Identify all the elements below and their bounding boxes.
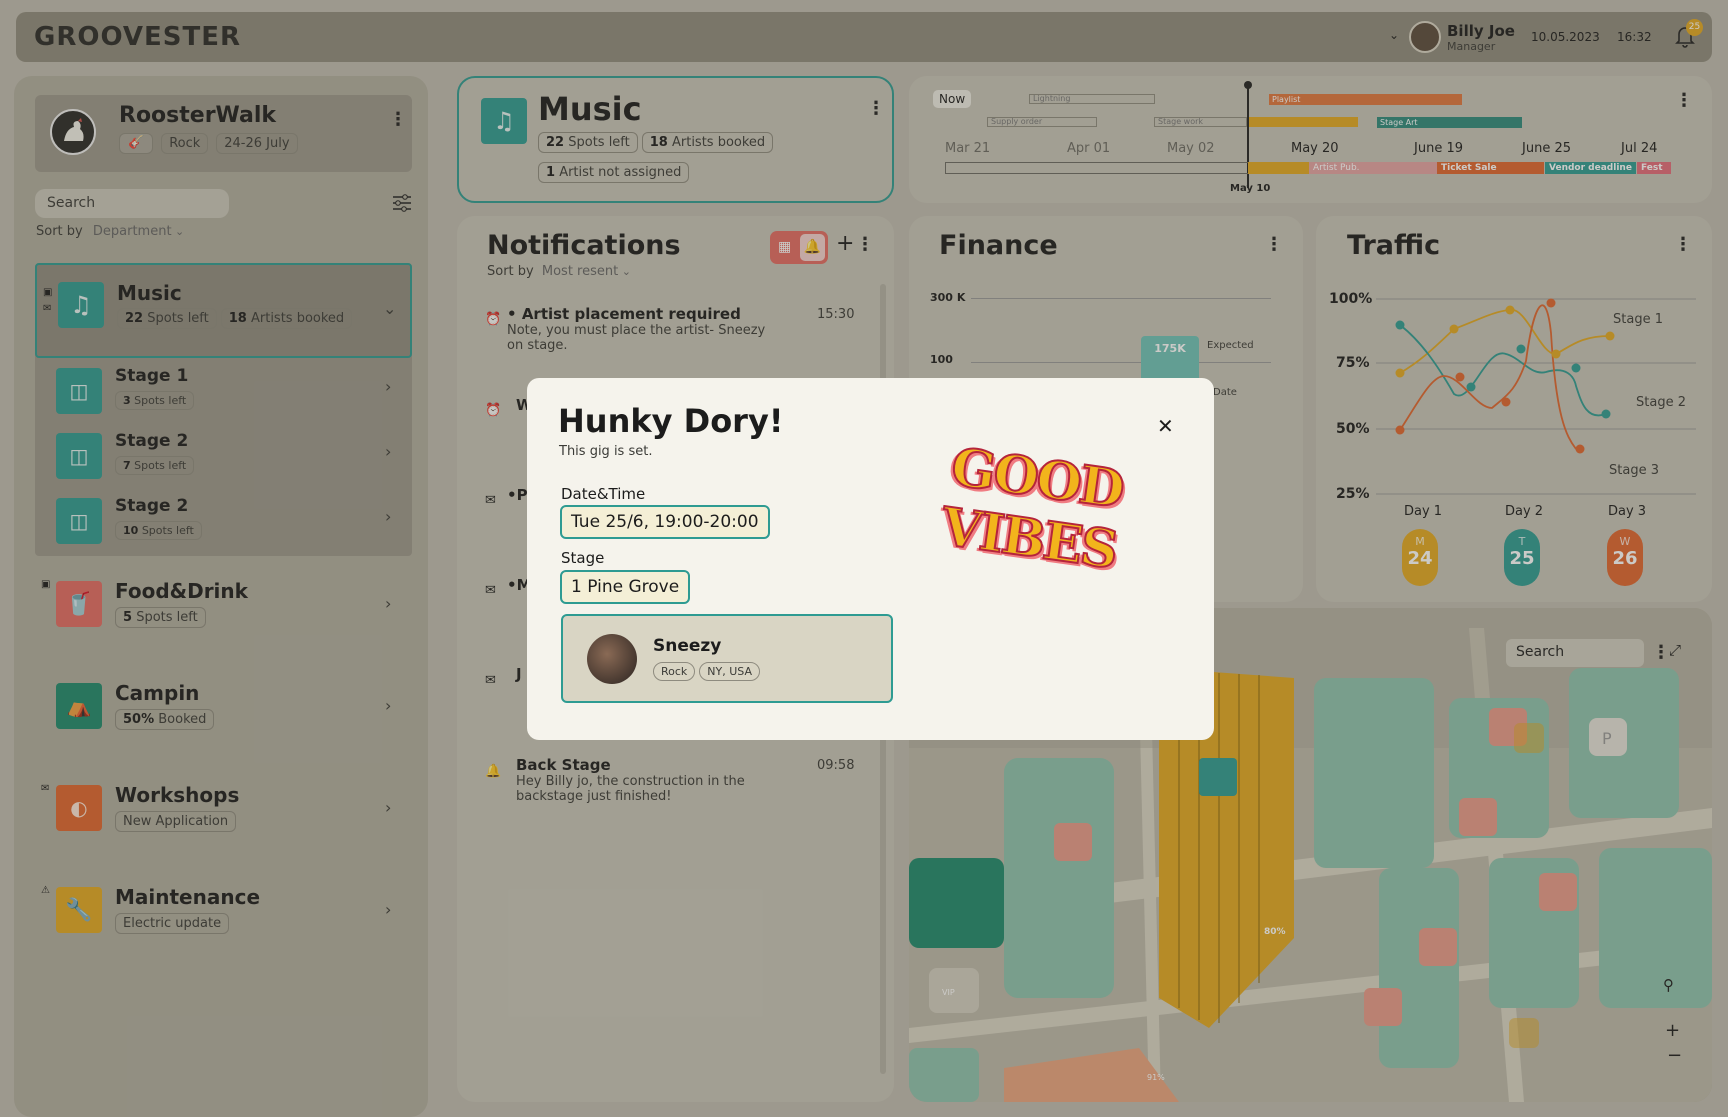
modal-title: Hunky Dory! xyxy=(558,402,784,440)
artist-avatar xyxy=(587,634,637,684)
artist-card[interactable]: Sneezy Rock NY, USA xyxy=(561,614,893,703)
stage-label: Stage xyxy=(561,549,605,567)
datetime-label: Date&Time xyxy=(561,485,646,503)
good-vibes-sticker: GOOD VIBES xyxy=(927,435,1157,618)
close-icon[interactable]: ✕ xyxy=(1157,414,1174,438)
artist-location: NY, USA xyxy=(699,662,761,681)
artist-name: Sneezy xyxy=(653,636,722,656)
artist-genre: Rock xyxy=(653,662,696,681)
gig-confirmation-modal: Hunky Dory! This gig is set. ✕ Date&Time… xyxy=(527,378,1214,740)
modal-subtitle: This gig is set. xyxy=(559,444,653,459)
stage-field[interactable]: 1 Pine Grove xyxy=(560,570,691,604)
datetime-field[interactable]: Tue 25/6, 19:00-20:00 xyxy=(560,505,770,539)
